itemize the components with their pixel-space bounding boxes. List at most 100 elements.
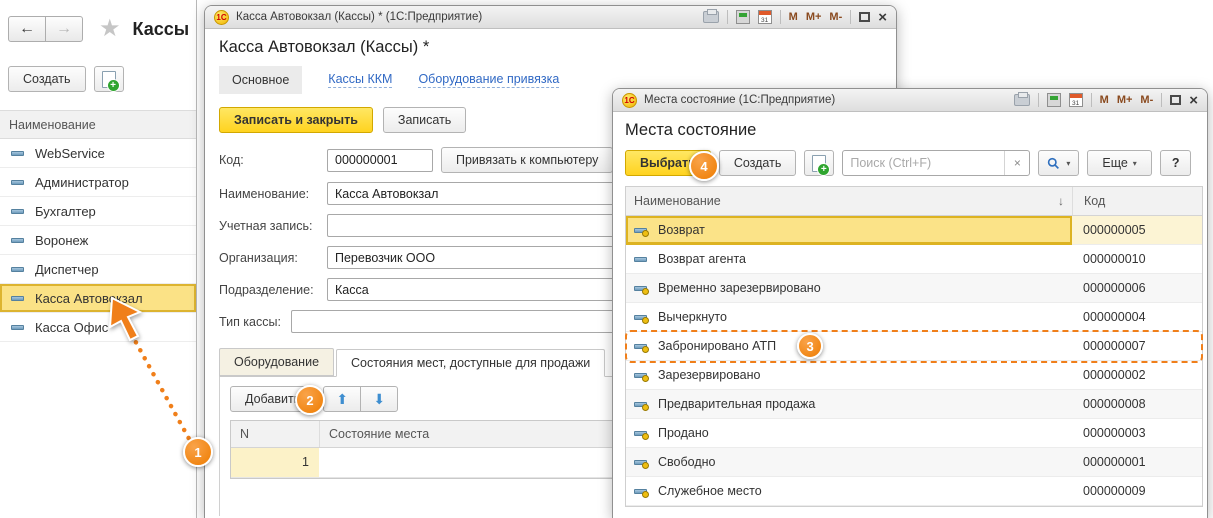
print-icon[interactable]: [1014, 94, 1030, 106]
column-header-name[interactable]: Наименование ↓: [626, 187, 1072, 215]
tab-main[interactable]: Основное: [219, 66, 302, 94]
close-icon[interactable]: ×: [878, 10, 887, 25]
close-icon[interactable]: ×: [1189, 93, 1198, 108]
row-code: 000000002: [1072, 361, 1202, 390]
list-item-voronezh[interactable]: Воронеж: [0, 226, 196, 255]
memory-plus-button[interactable]: M+: [1117, 94, 1133, 106]
table-row-zabronirovano-atp[interactable]: Забронировано АТП 3 000000007: [626, 332, 1202, 361]
subtab-equipment[interactable]: Оборудование: [219, 348, 334, 376]
column-header-code[interactable]: Код: [1072, 187, 1202, 215]
sort-descending-icon[interactable]: ↓: [1058, 194, 1064, 208]
bind-to-computer-button[interactable]: Привязать к компьютеру: [441, 147, 613, 173]
places-table: Наименование ↓ Код Возврат 000000005 Воз…: [625, 186, 1203, 507]
panel-title: Кассы: [133, 19, 190, 40]
memory-minus-button[interactable]: M-: [829, 11, 842, 23]
calendar-icon[interactable]: 31: [1069, 93, 1083, 107]
titlebar-separator: [780, 10, 781, 24]
1c-logo-icon: 1С: [622, 93, 637, 108]
memory-plus-button[interactable]: M+: [806, 11, 822, 23]
memory-minus-button[interactable]: M-: [1140, 94, 1153, 106]
table-row-vremenno-zarezervirovano[interactable]: Временно зарезервировано 000000006: [626, 274, 1202, 303]
table-row-sluzhebnoe-mesto[interactable]: Служебное место 000000009: [626, 477, 1202, 506]
table-row-prodano[interactable]: Продано 000000003: [626, 419, 1202, 448]
row-code: 000000003: [1072, 419, 1202, 448]
calendar-icon[interactable]: 31: [758, 10, 772, 24]
places-window-title: Места состояние (1С:Предприятие): [644, 94, 1007, 106]
tab-kkm-link[interactable]: Кассы ККМ: [328, 72, 392, 88]
places-titlebar[interactable]: 1С Места состояние (1С:Предприятие) 31 M…: [613, 89, 1207, 112]
cash-registers-panel: ← → ★ Кассы Создать Наименование WebServ…: [0, 0, 197, 518]
move-up-button[interactable]: ⬆: [323, 386, 361, 412]
predefined-item-icon: [634, 286, 647, 291]
save-button[interactable]: Записать: [383, 107, 466, 133]
search-clear-button[interactable]: ×: [1004, 151, 1029, 175]
search-input[interactable]: [843, 156, 1004, 170]
1c-logo-icon: 1С: [214, 10, 229, 25]
create-by-copy-button[interactable]: [94, 66, 124, 92]
row-code: 000000007: [1072, 332, 1202, 361]
row-code: 000000010: [1072, 245, 1202, 274]
new-document-plus-icon: [102, 71, 116, 88]
list-item-label: Касса Автовокзал: [35, 291, 143, 306]
item-dash-icon: [634, 257, 647, 262]
list-item-administrator[interactable]: Администратор: [0, 168, 196, 197]
cashier-titlebar[interactable]: 1С Касса Автовокзал (Кассы) * (1С:Предпр…: [205, 6, 896, 29]
create-button[interactable]: Создать: [719, 150, 797, 176]
list-item-label: Администратор: [35, 175, 129, 190]
code-label: Код:: [219, 153, 319, 167]
table-row-vozvrat-agenta[interactable]: Возврат агента 000000010: [626, 245, 1202, 274]
list-item-label: Касса Офис: [35, 320, 108, 335]
row-name: Предварительная продажа: [658, 397, 815, 411]
table-row-predvaritelnaya-prodazha[interactable]: Предварительная продажа 000000008: [626, 390, 1202, 419]
calculator-icon[interactable]: [736, 10, 750, 24]
list-item-label: Бухгалтер: [35, 204, 96, 219]
code-field[interactable]: [327, 149, 433, 172]
item-dash-icon: [11, 180, 24, 185]
back-icon: ←: [19, 20, 35, 38]
tab-equipment-binding-link[interactable]: Оборудование привязка: [418, 72, 559, 88]
favorite-star-icon[interactable]: ★: [99, 17, 121, 41]
titlebar-separator: [1091, 93, 1092, 107]
subtab-seat-states[interactable]: Состояния мест, доступные для продажи: [336, 349, 605, 377]
more-button[interactable]: Еще ▾: [1087, 150, 1151, 176]
list-item-kassa-ofis[interactable]: Касса Офис: [0, 313, 196, 342]
list-item-dispatcher[interactable]: Диспетчер: [0, 255, 196, 284]
back-button[interactable]: ←: [8, 16, 46, 42]
list-item-webservice[interactable]: WebService: [0, 139, 196, 168]
predefined-item-icon: [634, 344, 647, 349]
row-name: Временно зарезервировано: [658, 281, 821, 295]
item-dash-icon: [11, 238, 24, 243]
row-number-cell[interactable]: 1: [231, 448, 319, 477]
row-code: 000000006: [1072, 274, 1202, 303]
places-page-title: Места состояние: [625, 121, 1201, 140]
table-row-vycherknuto[interactable]: Вычеркнуто 000000004: [626, 303, 1202, 332]
desktop: ← → ★ Кассы Создать Наименование WebServ…: [0, 0, 1213, 518]
item-dash-icon: [11, 151, 24, 156]
print-icon[interactable]: [703, 11, 719, 23]
memory-recall-button[interactable]: M: [1100, 94, 1109, 106]
create-button[interactable]: Создать: [8, 66, 86, 92]
list-item-kassa-avtovokzal[interactable]: Касса Автовокзал: [0, 284, 196, 313]
name-column-label: Наименование: [634, 194, 721, 208]
table-row-svobodno[interactable]: Свободно 000000001: [626, 448, 1202, 477]
help-button[interactable]: ?: [1160, 150, 1192, 176]
list-header: Наименование: [0, 110, 196, 139]
move-down-button[interactable]: ⬇: [360, 386, 398, 412]
list-item-accountant[interactable]: Бухгалтер: [0, 197, 196, 226]
maximize-icon[interactable]: [859, 12, 870, 22]
dropdown-arrow-icon: ▾: [1133, 159, 1137, 168]
calculator-icon[interactable]: [1047, 93, 1061, 107]
create-by-copy-button[interactable]: [804, 150, 834, 176]
memory-recall-button[interactable]: M: [789, 11, 798, 23]
table-row-zarezervirovano[interactable]: Зарезервировано 000000002: [626, 361, 1202, 390]
save-and-close-button[interactable]: Записать и закрыть: [219, 107, 373, 133]
forward-button[interactable]: →: [45, 16, 83, 42]
arrow-down-icon: ⬇: [373, 391, 385, 408]
maximize-icon[interactable]: [1170, 95, 1181, 105]
predefined-item-icon: [634, 489, 647, 494]
column-header-n[interactable]: N: [231, 421, 319, 447]
row-name: Служебное место: [658, 484, 762, 498]
search-options-button[interactable]: ▾: [1038, 150, 1079, 176]
annotation-step-4: 4: [689, 151, 719, 181]
table-row-vozvrat[interactable]: Возврат 000000005: [626, 216, 1202, 245]
